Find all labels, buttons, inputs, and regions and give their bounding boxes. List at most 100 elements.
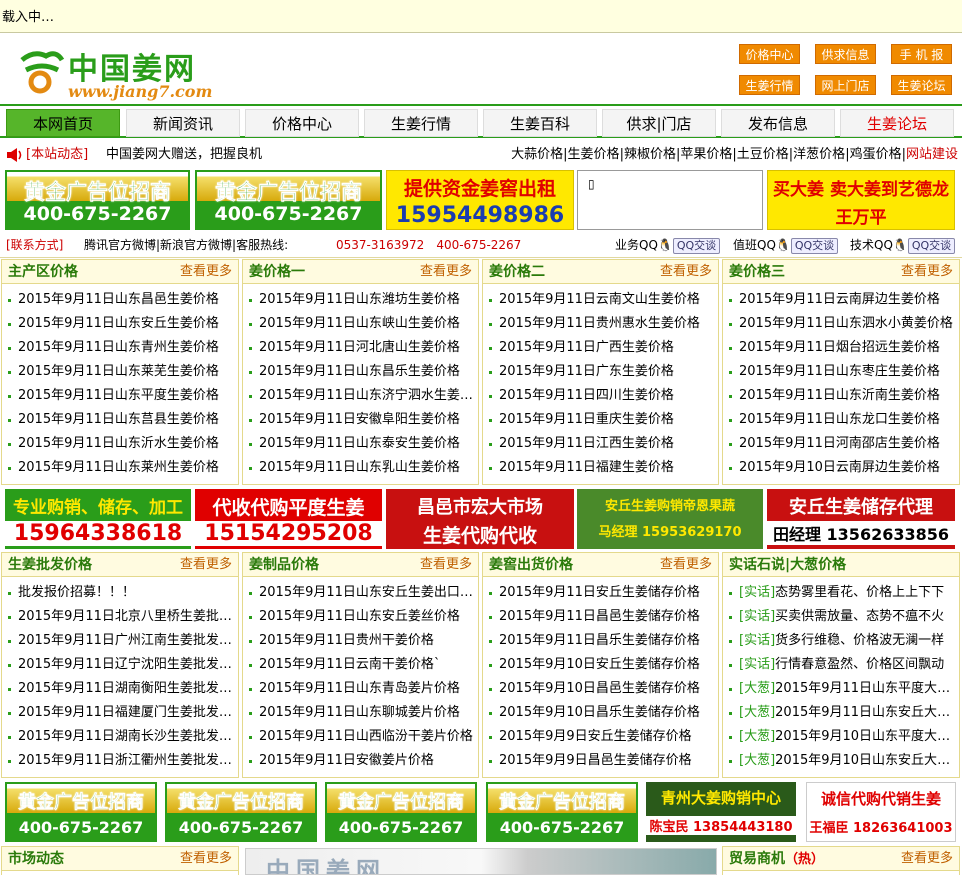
nav-news[interactable]: 新闻资讯 (126, 109, 240, 137)
list-item[interactable]: 2015年9月10日云南屏边生姜价格 (729, 456, 959, 480)
list-item[interactable]: 2015年9月11日山东潍坊生姜价格 (249, 288, 478, 312)
list-item[interactable]: 2015年9月11日山东峡山生姜价格 (249, 312, 478, 336)
ticker-message[interactable]: 中国姜网大赠送，把握良机 (106, 142, 262, 168)
quick-link-mobile[interactable]: 手 机 报 (891, 44, 952, 64)
ad-banner-pingdu[interactable]: 代收代购平度生姜 15154295208 (195, 489, 382, 549)
ad-banner-qingzhou[interactable]: 青州大姜购销中心 陈宝民 13854443180 (646, 782, 796, 842)
list-item[interactable]: 2015年9月11日山东龙口生姜价格 (729, 408, 959, 432)
list-item[interactable]: 2015年9月11日山西临汾干姜片价格 (249, 725, 478, 749)
list-item[interactable]: 2015年9月11日辽宁沈阳生姜批发价格 (8, 653, 238, 677)
list-item[interactable]: 2015年9月11日云南文山生姜价格 (489, 288, 718, 312)
more-link[interactable]: 查看更多 (660, 260, 712, 284)
ad-banner-gold-6[interactable]: 黄金广告位招商 400-675-2267 (486, 782, 638, 842)
list-item[interactable]: 2015年9月11日安徽阜阳生姜价格 (249, 408, 478, 432)
ad-banner-chengxin[interactable]: 诚信代购代销生姜 王福臣 18263641003 (806, 782, 956, 842)
list-item[interactable]: 2015年9月11日山东聊城姜片价格 (249, 701, 478, 725)
list-item[interactable]: [实话]买卖供需放量、态势不瘟不火 (729, 605, 959, 629)
ad-banner-gold-1[interactable]: 黄金广告位招商 400-675-2267 (5, 170, 190, 230)
list-item[interactable]: 2015年9月11日云南干姜价格` (249, 653, 478, 677)
link-website-build[interactable]: 网站建设 (906, 147, 958, 162)
list-item[interactable]: 2015年9月11日山东泗水小黄姜价格 (729, 312, 959, 336)
list-item[interactable]: 2015年9月11日湖南长沙生姜批发价格 (8, 725, 238, 749)
qq-chat-button[interactable]: QQ交谈 (672, 238, 721, 254)
nav-supply-store[interactable]: 供求|门店 (602, 109, 716, 137)
more-link[interactable]: 查看更多 (901, 847, 953, 871)
list-item[interactable]: 2015年9月10日昌邑生姜储存价格 (489, 677, 718, 701)
more-link[interactable]: 查看更多 (420, 260, 472, 284)
list-item[interactable]: 2015年9月11日山东青州生姜价格 (8, 336, 238, 360)
list-item[interactable]: 2015年9月11日广东生姜价格 (489, 360, 718, 384)
list-item[interactable]: 2015年9月11日浙江衢州生姜批发价格 (8, 749, 238, 773)
list-item[interactable]: 2015年9月11日昌乐生姜储存价格 (489, 629, 718, 653)
ad-banner-gold-5[interactable]: 黄金广告位招商 400-675-2267 (325, 782, 477, 842)
list-item[interactable]: 2015年9月11日山东枣庄生姜价格 (729, 360, 959, 384)
list-item[interactable]: [实话]态势雾里看花、价格上上下下 (729, 581, 959, 605)
list-item[interactable]: 2015年9月11日安丘生姜储存价格 (489, 581, 718, 605)
site-logo[interactable]: 中国姜网 www.jiang7.com (16, 42, 256, 101)
nav-price-center[interactable]: 价格中心 (245, 109, 359, 137)
list-item[interactable]: 2015年9月11日河南邵店生姜价格 (729, 432, 959, 456)
list-item[interactable]: 2015年9月11日山东沂水生姜价格 (8, 432, 238, 456)
list-item[interactable]: 2015年9月11日山东昌邑生姜价格 (8, 288, 238, 312)
list-item[interactable]: 2015年9月11日北京八里桥生姜批发价格 (8, 605, 238, 629)
quick-link-forum[interactable]: 生姜论坛 (891, 75, 952, 95)
list-item[interactable]: 2015年9月11日山东安丘姜丝价格 (249, 605, 478, 629)
nav-home[interactable]: 本网首页 (6, 109, 120, 137)
ad-banner-yidelong[interactable]: 买大姜 卖大姜到艺德龙 王万平 15563615369 (767, 170, 955, 230)
ad-banner-anqiu-storage[interactable]: 安丘生姜储存代理 田经理 13562633856 (767, 489, 955, 549)
ad-banner-hongda[interactable]: 昌邑市宏大市场 生姜代购代收 (386, 489, 574, 549)
more-link[interactable]: 查看更多 (180, 553, 232, 577)
list-item[interactable]: [实话]货多行维稳、价格波无澜一样 (729, 629, 959, 653)
list-item[interactable]: 2015年9月11日山东安丘生姜价格 (8, 312, 238, 336)
ad-banner-dien[interactable]: 安丘生姜购销帝恩果蔬 马经理 15953629170 (577, 489, 763, 549)
list-item[interactable]: 2015年9月11日山东莱芜生姜价格 (8, 360, 238, 384)
list-item[interactable]: 2015年9月11日云南屏边生姜价格 (729, 288, 959, 312)
list-item[interactable]: 2015年9月11日山东济宁泗水生姜价格 (249, 384, 478, 408)
more-link[interactable]: 查看更多 (180, 260, 232, 284)
ad-banner-gold-3[interactable]: 黄金广告位招商 400-675-2267 (5, 782, 157, 842)
list-item[interactable]: 2015年9月11日四川生姜价格 (489, 384, 718, 408)
list-item[interactable]: 2015年9月11日贵州惠水生姜价格 (489, 312, 718, 336)
link-ginger-price[interactable]: 生姜价格 (568, 147, 620, 162)
list-item[interactable]: 2015年9月10日安丘生姜储存价格 (489, 653, 718, 677)
more-link[interactable]: 查看更多 (420, 553, 472, 577)
more-link[interactable]: 查看更多 (660, 553, 712, 577)
list-item[interactable]: 2015年9月11日昌邑生姜储存价格 (489, 605, 718, 629)
list-item[interactable]: 2015年9月11日山东昌乐生姜价格 (249, 360, 478, 384)
link-pepper-price[interactable]: 辣椒价格 (624, 147, 676, 162)
more-link[interactable]: 查看更多 (901, 260, 953, 284)
list-item[interactable]: 2015年9月11日山东安丘生姜出口价格 (249, 581, 478, 605)
list-item[interactable]: 2015年9月11日山东莱州生姜价格 (8, 456, 238, 480)
list-item[interactable]: 2015年9月11日安徽姜片价格 (249, 749, 478, 773)
list-item[interactable]: 2015年9月11日山东沂南生姜价格 (729, 384, 959, 408)
nav-market[interactable]: 生姜行情 (364, 109, 478, 137)
link-egg-price[interactable]: 鸡蛋价格 (850, 147, 902, 162)
ad-banner-gold-4[interactable]: 黄金广告位招商 400-675-2267 (165, 782, 317, 842)
list-item[interactable]: 2015年9月11日烟台招远生姜价格 (729, 336, 959, 360)
qq-chat-button[interactable]: QQ交谈 (907, 238, 956, 254)
list-item[interactable]: 2015年9月9日昌邑生姜储存价格 (489, 749, 718, 773)
list-item[interactable]: 2015年9月11日山东乳山生姜价格 (249, 456, 478, 480)
list-item[interactable]: [大葱]2015年9月10日山东安丘大葱价格 (729, 749, 959, 773)
nav-forum[interactable]: 生姜论坛 (840, 109, 954, 137)
link-onion-price[interactable]: 洋葱价格 (793, 147, 845, 162)
nav-publish[interactable]: 发布信息 (721, 109, 835, 137)
list-item[interactable]: 2015年9月11日福建厦门生姜批发价格 (8, 701, 238, 725)
list-item[interactable]: 2015年9月11日广州江南生姜批发价格 (8, 629, 238, 653)
list-item[interactable]: 2015年9月11日江西生姜价格 (489, 432, 718, 456)
link-apple-price[interactable]: 苹果价格 (680, 147, 732, 162)
quick-link-market[interactable]: 生姜行情 (739, 75, 800, 95)
list-item[interactable]: 2015年9月10日昌乐生姜储存价格 (489, 701, 718, 725)
list-item[interactable]: 批发报价招募！！！ (8, 581, 238, 605)
list-item[interactable]: [实话]行情春意盈然、价格区间飘动 (729, 653, 959, 677)
list-item[interactable]: 2015年9月11日广西生姜价格 (489, 336, 718, 360)
list-item[interactable]: [大葱]2015年9月11日山东安丘大葱价格 (729, 701, 959, 725)
ad-banner-purchase-storage[interactable]: 专业购销、储存、加工 15964338618 (5, 489, 191, 549)
contact-weibo[interactable]: 腾讯官方微博|新浪官方微博|客服热线: (84, 234, 288, 256)
list-item[interactable]: 2015年9月11日山东青岛姜片价格 (249, 677, 478, 701)
link-garlic-price[interactable]: 大蒜价格 (511, 147, 563, 162)
ad-banner-storage-rent[interactable]: 提供资金姜窖出租 15954498986 (386, 170, 574, 230)
quick-link-price-center[interactable]: 价格中心 (739, 44, 800, 64)
list-item[interactable]: 2015年9月11日山东泰安生姜价格 (249, 432, 478, 456)
quick-link-supply[interactable]: 供求信息 (815, 44, 876, 64)
